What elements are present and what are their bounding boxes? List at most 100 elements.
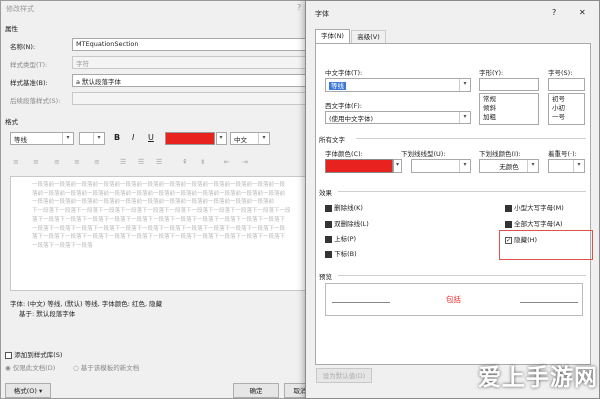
preview-line: 一段落下一段落下一段落下一段落下一段落下一段落下一段落下一段落下一段落下一段落下… bbox=[32, 225, 286, 232]
underline-button[interactable]: U bbox=[148, 133, 154, 142]
preview-line: 落下一段落下一段落下一段落下一段落下一段落下一段落下一段落下一段落下一段落下一段… bbox=[32, 216, 286, 223]
radio-selected-icon: ◉ bbox=[5, 364, 11, 372]
based-on-select[interactable]: a 默认段落字体 bbox=[72, 74, 312, 87]
chinese-font-select[interactable]: 等线 ▾ bbox=[325, 78, 471, 92]
font-color-dropdown[interactable]: ▾ bbox=[393, 159, 402, 173]
emphasis-label: 着重号(·): bbox=[548, 150, 577, 158]
chevron-down-icon: ▾ bbox=[394, 160, 401, 172]
checkbox-box bbox=[325, 235, 332, 243]
chevron-down-icon: ▾ bbox=[258, 133, 269, 144]
new-docs-radio[interactable]: ○ 基于该模板的新文档 bbox=[73, 362, 139, 372]
style-preview-area: 一段落前一段落前一段落前一段落前一段落前一段落前一段落前一段落前一段落前一段落前… bbox=[10, 176, 312, 291]
all-caps-label: 全部大写字母(A) bbox=[514, 220, 563, 228]
preview-baseline-right bbox=[520, 302, 578, 303]
underline-color-label: 下划线颜色(I): bbox=[479, 150, 521, 158]
font-color-swatch[interactable] bbox=[165, 132, 215, 145]
list-item[interactable]: 加粗 bbox=[483, 113, 535, 122]
style-type-select[interactable]: 字符 bbox=[72, 56, 312, 69]
list-item[interactable]: 倾斜 bbox=[483, 104, 535, 113]
font-preview-box: 包括 bbox=[325, 283, 583, 316]
align-center-icon[interactable]: ≡ bbox=[33, 158, 39, 166]
font-size-input[interactable] bbox=[548, 78, 585, 91]
justify-icon[interactable]: ≡ bbox=[74, 158, 80, 166]
subscript-label: 下标(B) bbox=[334, 250, 357, 258]
align-right-icon[interactable]: ≡ bbox=[54, 158, 60, 166]
underline-color-select[interactable]: 无颜色 ▾ bbox=[479, 159, 539, 173]
divider bbox=[356, 138, 586, 139]
small-caps-checkbox[interactable]: 小型大写字母(M) bbox=[505, 202, 564, 212]
next-style-select[interactable] bbox=[72, 92, 312, 105]
western-font-value: (使用中文字体) bbox=[329, 115, 374, 123]
format-heading: 格式 bbox=[5, 118, 18, 126]
bold-button[interactable]: B bbox=[114, 133, 120, 142]
dialog-title: 修改样式 bbox=[6, 5, 34, 13]
check-icon: ✓ bbox=[505, 236, 512, 244]
font-style-label: 字形(Y): bbox=[479, 69, 504, 77]
decrease-indent-icon[interactable]: ⇤ bbox=[224, 158, 230, 166]
list-item[interactable]: 常规 bbox=[483, 95, 535, 104]
italic-button[interactable]: I bbox=[132, 133, 134, 142]
align-left-icon[interactable]: ≡ bbox=[13, 158, 19, 166]
font-color-picker[interactable] bbox=[325, 159, 393, 173]
name-input[interactable]: MTEquationSection bbox=[72, 38, 312, 51]
double-strikethrough-label: 双删除线(L) bbox=[334, 220, 369, 228]
style-description-line1: 字体: (中文) 等线, (默认) 等线, 字体颜色: 红色, 隐藏 bbox=[10, 300, 163, 308]
chevron-down-icon: ▾ bbox=[62, 133, 73, 144]
font-select[interactable]: 等线 ▾ bbox=[10, 132, 74, 145]
chevron-down-icon: ▾ bbox=[217, 133, 226, 144]
size-select[interactable]: ▾ bbox=[79, 132, 105, 145]
font-dialog: 字体 ? ✕ 字体(N) 高级(V) 中文字体(T): 等线 ▾ 西文字体(F)… bbox=[305, 0, 600, 399]
line-spacing-2-icon[interactable]: ☰ bbox=[138, 158, 144, 166]
list-item[interactable]: 初号 bbox=[552, 95, 581, 104]
double-strikethrough-checkbox[interactable]: 双删除线(L) bbox=[325, 218, 369, 228]
all-caps-checkbox[interactable]: 全部大写字母(A) bbox=[505, 218, 563, 228]
emphasis-select[interactable]: ▾ bbox=[548, 159, 585, 173]
hidden-checkbox[interactable]: ✓ 隐藏(H) bbox=[505, 234, 537, 244]
font-dialog-title: 字体 bbox=[315, 10, 329, 18]
add-to-gallery-checkbox[interactable]: 添加到样式库(S) bbox=[5, 349, 62, 359]
help-icon[interactable]: ? bbox=[297, 3, 301, 12]
checkbox-box bbox=[505, 220, 512, 228]
line-spacing-1-icon[interactable]: ☰ bbox=[120, 158, 126, 166]
effects-heading: 效果 bbox=[319, 189, 332, 197]
tab-advanced[interactable]: 高级(V) bbox=[351, 30, 386, 43]
preview-line: 一段落前一段落前一段落前一段落前一段落前一段落前一段落前一段落前一段落前一段落前… bbox=[32, 182, 286, 188]
western-font-select[interactable]: (使用中文字体) ▾ bbox=[325, 111, 471, 124]
close-icon[interactable]: ✕ bbox=[579, 8, 586, 17]
checkbox-box bbox=[325, 204, 332, 212]
chinese-font-value: 等线 bbox=[329, 82, 346, 90]
help-icon[interactable]: ? bbox=[552, 8, 556, 17]
language-select[interactable]: 中文 ▾ bbox=[230, 132, 270, 145]
underline-style-select[interactable]: ▾ bbox=[411, 159, 471, 173]
watermark-logo: 爱上手游网 bbox=[478, 365, 598, 391]
underline-style-label: 下划线线型(U): bbox=[401, 150, 446, 158]
font-style-input[interactable] bbox=[479, 78, 539, 91]
list-item[interactable]: 小初 bbox=[552, 104, 581, 113]
new-docs-label: 基于该模板的新文档 bbox=[80, 364, 140, 372]
preview-line: 一段落前一段落前一段落前一段落前一段落前一段落前一段落前一段落前一段落前一段落前… bbox=[32, 199, 275, 206]
set-default-button[interactable]: 设为默认值(D) bbox=[316, 368, 372, 383]
name-label: 名称(N): bbox=[10, 43, 36, 51]
preview-line: 下一段落下一段落下一段落下一段落下一段落下一段落下一段落下一段落下一段落下一段落… bbox=[32, 208, 291, 215]
format-menu-button[interactable]: 格式(O) ▾ bbox=[5, 383, 51, 398]
font-size-label: 字号(S): bbox=[548, 69, 573, 77]
line-spacing-3-icon[interactable]: ☰ bbox=[156, 158, 162, 166]
list-item[interactable]: 一号 bbox=[552, 113, 581, 122]
chinese-font-label: 中文字体(T): bbox=[325, 69, 363, 77]
distribute-icon[interactable]: ≡ bbox=[94, 158, 100, 166]
space-after-icon[interactable]: ⇟ bbox=[200, 158, 206, 166]
divider bbox=[338, 275, 586, 276]
modify-style-dialog: 修改样式 ? 属性 名称(N): MTEquationSection 样式类型(… bbox=[0, 0, 318, 399]
tab-font[interactable]: 字体(N) bbox=[315, 29, 350, 43]
font-size-list[interactable]: 初号 小初 一号 bbox=[548, 93, 585, 125]
font-style-list[interactable]: 常规 倾斜 加粗 bbox=[479, 93, 539, 125]
preview-line: 落下一段落下一段落下一段落下一段落下一段落下一段落下一段落下一段落下一段落下一段… bbox=[32, 234, 286, 241]
ok-button[interactable]: 确定 bbox=[233, 383, 279, 398]
increase-indent-icon[interactable]: ⇥ bbox=[242, 158, 248, 166]
superscript-checkbox[interactable]: 上标(P) bbox=[325, 233, 356, 243]
only-this-doc-radio[interactable]: ◉ 仅限此文档(D) bbox=[5, 362, 55, 372]
strikethrough-checkbox[interactable]: 删除线(K) bbox=[325, 202, 363, 212]
subscript-checkbox[interactable]: 下标(B) bbox=[325, 248, 357, 258]
space-before-icon[interactable]: ⇞ bbox=[182, 158, 188, 166]
font-color-dropdown[interactable]: ▾ bbox=[216, 132, 227, 145]
